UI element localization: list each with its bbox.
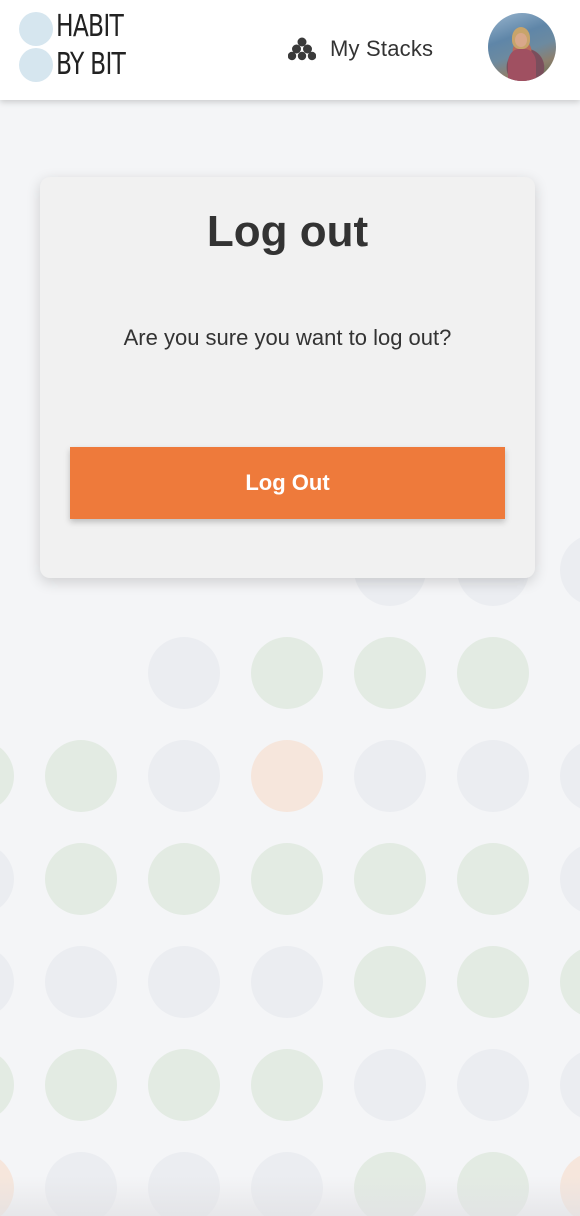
avatar-body — [508, 49, 536, 81]
background-dot — [0, 946, 14, 1018]
background-dot — [0, 843, 14, 915]
dialog-title: Log out — [206, 207, 369, 256]
background-dot — [45, 843, 117, 915]
page: HABIT BY BIT My Stacks Log out Are you s… — [0, 0, 580, 1216]
background-dot — [560, 534, 580, 606]
background-dot — [354, 637, 426, 709]
bottom-fade — [0, 1176, 580, 1216]
background-dot — [251, 946, 323, 1018]
background-dot — [251, 637, 323, 709]
logo-dot-icon — [19, 48, 53, 82]
user-avatar[interactable] — [488, 13, 556, 81]
background-dot — [457, 946, 529, 1018]
background-dot — [457, 1049, 529, 1121]
background-dot — [560, 946, 580, 1018]
my-stacks-label: My Stacks — [330, 36, 434, 61]
background-dot — [148, 946, 220, 1018]
background-dot — [354, 946, 426, 1018]
background-dot — [251, 843, 323, 915]
top-header: HABIT BY BIT My Stacks — [0, 0, 580, 100]
background-dot — [0, 1049, 14, 1121]
background-dot — [251, 1049, 323, 1121]
background-dot — [148, 637, 220, 709]
background-dot — [148, 1049, 220, 1121]
background-dot — [0, 740, 14, 812]
logo-text-line-2: BY BIT — [56, 47, 126, 82]
background-dot — [148, 843, 220, 915]
log-out-button[interactable]: Log Out — [70, 447, 505, 519]
background-dot — [251, 740, 323, 812]
avatar-face — [515, 33, 527, 47]
background-dot — [354, 843, 426, 915]
background-dot — [148, 740, 220, 812]
dialog-message: Are you sure you want to log out? — [123, 325, 452, 350]
background-dot — [560, 843, 580, 915]
habit-by-bit-logo[interactable]: HABIT BY BIT — [18, 10, 148, 84]
background-dot — [560, 740, 580, 812]
logout-dialog: Log out Are you sure you want to log out… — [40, 177, 535, 578]
background-dot — [457, 740, 529, 812]
background-dot — [457, 637, 529, 709]
logo-dot-icon — [19, 12, 53, 46]
background-dot — [457, 843, 529, 915]
background-dot — [45, 1049, 117, 1121]
background-dot — [45, 946, 117, 1018]
my-stacks-link[interactable]: My Stacks — [288, 30, 433, 68]
background-dot — [354, 1049, 426, 1121]
background-dot — [560, 1049, 580, 1121]
background-dot — [354, 740, 426, 812]
logo-text-line-1: HABIT — [56, 9, 124, 44]
stacks-icon — [288, 37, 316, 61]
background-dot — [45, 740, 117, 812]
